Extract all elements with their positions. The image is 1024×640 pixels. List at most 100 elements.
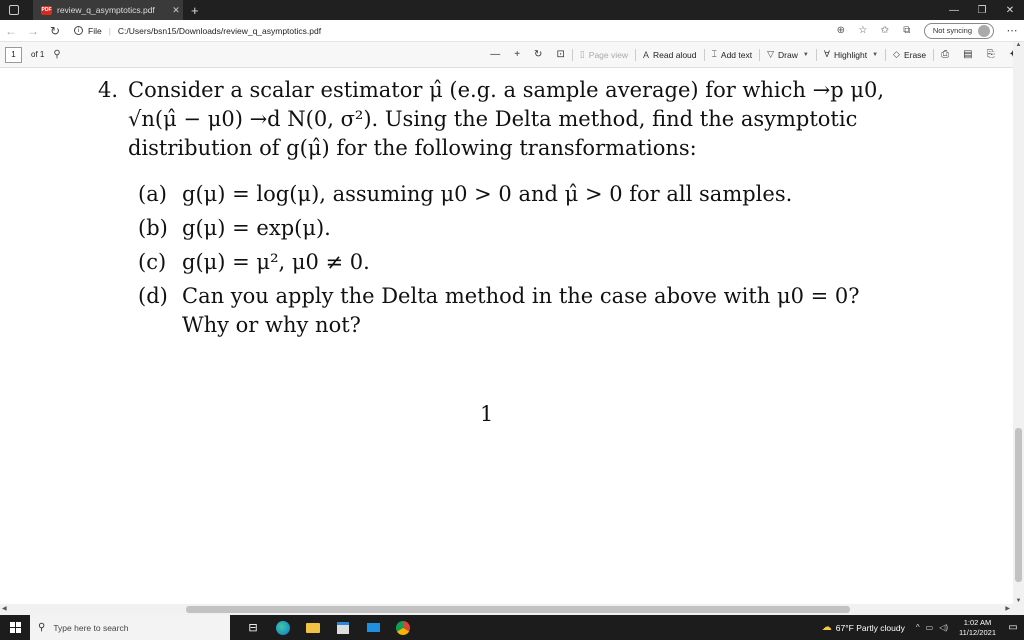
chevron-down-icon[interactable]: ▼ xyxy=(803,52,809,58)
clock[interactable]: 1:02 AM 11/12/2021 xyxy=(959,618,996,638)
part-label: (b) xyxy=(138,216,168,240)
tab-actions-icon[interactable] xyxy=(9,5,19,15)
vertical-scroll-thumb[interactable] xyxy=(1015,428,1022,582)
more-options-icon[interactable]: ⋯ xyxy=(1000,24,1024,37)
add-text-label: Add text xyxy=(720,49,753,60)
zoom-icon[interactable]: ⊕ xyxy=(830,25,852,36)
document-viewer: 4. Consider a scalar estimator μ̂ (e.g. … xyxy=(0,68,1024,604)
horizontal-scroll-thumb[interactable] xyxy=(186,606,850,613)
add-text-icon: ⌶ xyxy=(711,49,717,59)
question-line: distribution of g(μ̂) for the following … xyxy=(128,136,697,160)
part-label: (d) xyxy=(138,284,168,308)
draw-button[interactable]: ▽ Draw ▼ xyxy=(760,49,816,60)
fit-page-icon[interactable]: ⊡ xyxy=(549,49,571,60)
restore-icon[interactable]: ❐ xyxy=(968,5,996,16)
favorites-icon[interactable]: ✩ xyxy=(874,25,896,36)
list-item: (c) g(μ) = μ², μ0 ≠ 0. xyxy=(138,248,913,277)
eraser-icon: ◇ xyxy=(893,49,900,59)
question: 4. Consider a scalar estimator μ̂ (e.g. … xyxy=(98,76,913,163)
read-aloud-label: Read aloud xyxy=(653,49,697,60)
chevron-down-icon[interactable]: ▼ xyxy=(872,52,878,58)
close-tab-icon[interactable]: ✕ xyxy=(169,5,183,16)
page-view-icon: ▯ xyxy=(579,49,585,59)
rotate-icon[interactable]: ↻ xyxy=(527,49,549,60)
close-window-icon[interactable]: ✕ xyxy=(996,5,1024,16)
clock-date: 11/12/2021 xyxy=(959,627,996,637)
chevron-up-icon[interactable]: ^ xyxy=(916,623,920,632)
avatar xyxy=(978,24,990,37)
add-favorite-icon[interactable]: ☆ xyxy=(852,25,874,36)
horizontal-scrollbar[interactable]: ◀ ▶ xyxy=(0,604,1024,615)
network-icon[interactable]: ▭ xyxy=(926,623,934,632)
scroll-up-icon[interactable]: ▲ xyxy=(1013,42,1024,48)
save-icon[interactable]: ▤ xyxy=(956,49,979,60)
minimize-icon[interactable]: — xyxy=(940,5,968,16)
window-controls: — ❐ ✕ xyxy=(940,5,1024,16)
part-label: (c) xyxy=(138,250,167,274)
print-icon[interactable]: ⎙ xyxy=(934,49,956,60)
read-aloud-button[interactable]: A Read aloud xyxy=(636,50,704,60)
notifications-icon[interactable]: ▭ xyxy=(1002,622,1024,633)
forward-icon[interactable]: → xyxy=(22,24,44,38)
search-placeholder: Type here to search xyxy=(53,622,129,633)
draw-label: Draw xyxy=(778,49,798,60)
sync-button[interactable]: Not syncing xyxy=(923,22,994,39)
mail-icon[interactable] xyxy=(358,615,388,640)
chrome-icon[interactable] xyxy=(388,615,418,640)
list-item: (d) Can you apply the Delta method in th… xyxy=(138,282,913,340)
address-bar: ← → ↻ i File | C:/Users/bsn15/Downloads/… xyxy=(0,20,1024,42)
list-item: (a) g(μ) = log(μ), assuming μ0 > 0 and μ… xyxy=(138,180,913,209)
highlight-icon: ∀ xyxy=(823,49,830,59)
volume-icon[interactable]: ◁) xyxy=(939,623,948,632)
vertical-scrollbar[interactable]: ▲ ▼ xyxy=(1013,42,1024,604)
browser-tab[interactable]: PDF review_q_asymptotics.pdf ✕ xyxy=(33,0,183,20)
partly-cloudy-icon: ☁ xyxy=(821,622,832,633)
info-icon[interactable]: i xyxy=(74,26,83,35)
part-label: (a) xyxy=(138,182,167,206)
page-number-input[interactable]: 1 xyxy=(5,46,22,63)
part-text: g(μ) = exp(μ). xyxy=(182,216,331,240)
scroll-right-icon[interactable]: ▶ xyxy=(1005,605,1010,612)
tab-title: review_q_asymptotics.pdf xyxy=(57,5,155,15)
windows-logo-icon xyxy=(9,622,21,633)
part-text: g(μ) = log(μ), assuming μ0 > 0 and μ̂ > … xyxy=(182,182,793,206)
pdf-file-icon: PDF xyxy=(41,5,52,15)
url-field[interactable]: i File | C:/Users/bsn15/Downloads/review… xyxy=(74,26,321,36)
search-icon[interactable]: ⚲ xyxy=(53,49,60,60)
page-number: 1 xyxy=(480,402,494,426)
back-icon[interactable]: ← xyxy=(0,24,22,38)
pdf-page: 4. Consider a scalar estimator μ̂ (e.g. … xyxy=(0,68,1013,604)
question-line: √n(μ̂ − μ0) →d N(0, σ²). Using the Delta… xyxy=(128,107,858,131)
store-icon[interactable] xyxy=(328,615,358,640)
question-line: Consider a scalar estimator μ̂ (e.g. a s… xyxy=(128,78,884,102)
url-text[interactable]: C:/Users/bsn15/Downloads/review_q_asympt… xyxy=(118,26,321,36)
highlight-button[interactable]: ∀ Highlight ▼ xyxy=(817,49,885,60)
page-view-label: Page view xyxy=(588,49,628,60)
title-bar: PDF review_q_asymptotics.pdf ✕ + — ❐ ✕ xyxy=(0,0,1024,20)
save-as-icon[interactable]: ⎘ xyxy=(980,49,1002,60)
collections-icon[interactable]: ⧉ xyxy=(896,25,918,36)
erase-label: Erase xyxy=(903,49,927,60)
add-text-button[interactable]: ⌶ Add text xyxy=(705,49,760,60)
read-aloud-icon: A xyxy=(643,49,650,60)
system-tray: ☁ 67°F Partly cloudy ^ ▭ ◁) 1:02 AM 11/1… xyxy=(822,618,1024,638)
pdf-toolbar: 1 of 1 ⚲ — + ↻ ⊡ ▯ Page view A Read alou… xyxy=(0,42,1024,68)
scroll-left-icon[interactable]: ◀ xyxy=(2,605,7,612)
weather-widget[interactable]: ☁ 67°F Partly cloudy xyxy=(822,622,905,633)
edge-icon[interactable] xyxy=(268,615,298,640)
refresh-icon[interactable]: ↻ xyxy=(44,24,66,38)
file-explorer-icon[interactable] xyxy=(298,615,328,640)
task-view-icon[interactable]: ⊟ xyxy=(238,615,268,640)
start-button[interactable] xyxy=(0,615,30,640)
clock-time: 1:02 AM xyxy=(963,617,992,627)
new-tab-icon[interactable]: + xyxy=(191,3,199,18)
weather-text: 67°F Partly cloudy xyxy=(835,622,905,633)
part-text: Can you apply the Delta method in the ca… xyxy=(182,284,860,337)
zoom-out-icon[interactable]: — xyxy=(483,49,507,60)
page-view-button[interactable]: ▯ Page view xyxy=(573,49,635,60)
highlight-label: Highlight xyxy=(833,49,868,60)
taskbar-search[interactable]: ⚲ Type here to search xyxy=(30,615,230,640)
erase-button[interactable]: ◇ Erase xyxy=(886,49,933,60)
zoom-in-icon[interactable]: + xyxy=(507,49,527,60)
part-text: g(μ) = μ², μ0 ≠ 0. xyxy=(182,250,370,274)
